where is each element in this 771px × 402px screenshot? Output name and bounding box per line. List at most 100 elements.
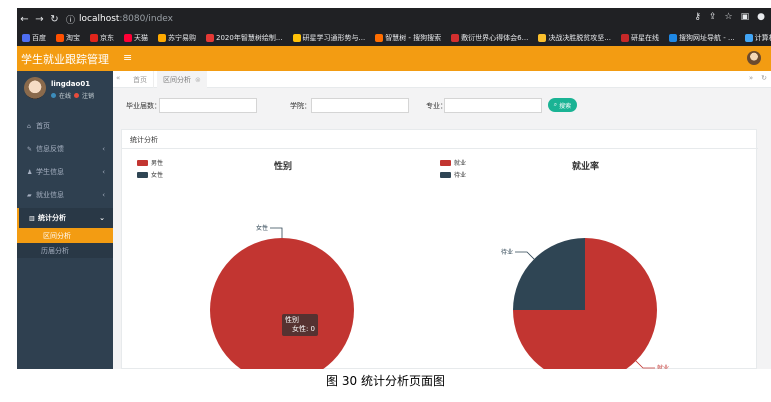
bar-chart-icon: ▥: [29, 214, 35, 222]
college-input[interactable]: [311, 98, 409, 113]
user-status: 在线 注销: [51, 91, 94, 100]
forward-icon[interactable]: →: [32, 14, 47, 25]
address-path: :8080/index: [119, 14, 174, 24]
chart-tooltip: 性别 女性: 0: [282, 314, 318, 336]
major-input[interactable]: [444, 98, 542, 113]
bookmark-icon: [90, 34, 98, 42]
sidebar-item-label: 学生信息: [36, 168, 64, 176]
bookmark-icon: [206, 34, 214, 42]
search-button-label: 搜索: [559, 102, 572, 110]
sidebar-item-label: 信息反馈: [36, 145, 64, 153]
bookmark-icon: [124, 34, 132, 42]
bookmark-icon: [292, 34, 301, 42]
sidebar: lingdao01 在线 注销 ⌂ 首页 ✎ 信息反馈 ‹ ♟ 学生信息 ‹ ▰…: [17, 71, 113, 369]
logout-icon: [74, 93, 80, 98]
bookmark[interactable]: 智慧树 - 搜狗搜索: [375, 33, 441, 43]
refresh-icon[interactable]: ↻: [761, 74, 767, 82]
close-icon[interactable]: ⊗: [195, 76, 201, 84]
bookmark-icon: [744, 34, 753, 42]
bookmark-icon: [22, 34, 30, 42]
sidebar-item-employment[interactable]: ▰ 就业信息 ‹: [17, 185, 113, 205]
stats-panel: 统计分析 男性 女性 性别 男性女性 性别 女性: 0 就业 待业 就业率 就业…: [121, 129, 758, 369]
pie-slice[interactable]: [210, 238, 354, 369]
bookmark[interactable]: 天猫: [124, 33, 148, 43]
sidebar-item-statistics[interactable]: ▥ 统计分析 ⌄: [17, 208, 113, 228]
status-label: 在线: [59, 93, 72, 100]
sidebar-item-students[interactable]: ♟ 学生信息 ‹: [17, 162, 113, 182]
tab-scroll-right-icon[interactable]: »: [749, 74, 753, 82]
tab-scroll-left-icon[interactable]: «: [116, 74, 120, 82]
bookmark-icon: [538, 34, 547, 42]
bookmark[interactable]: 决战决胜脱贫攻坚...: [538, 33, 611, 43]
address-row: ← → ↻ ⓘ localhost:8080/index ⚷ ⇪ ☆ ▣ ●: [17, 8, 771, 30]
search-icon: ⌕: [553, 101, 558, 108]
avatar: [24, 77, 46, 99]
bookmark-icon: [451, 34, 460, 42]
bookmark[interactable]: 搜狗网址导航 - ...: [669, 33, 735, 43]
bookmark[interactable]: 淘宝: [56, 33, 80, 43]
bookmark[interactable]: 京东: [90, 33, 114, 43]
app-logo[interactable]: 学生就业跟踪管理: [17, 46, 113, 71]
bookmark[interactable]: 2020年智慧树绘制...: [206, 33, 283, 43]
bookmark-icon: [158, 34, 166, 42]
chevron-left-icon: ‹: [102, 168, 105, 176]
sidepanel-icon[interactable]: ▣: [741, 12, 750, 22]
bookmark-icon: [621, 34, 629, 42]
chevron-down-icon: ⌄: [99, 214, 105, 222]
bookmark[interactable]: 研星在线: [621, 33, 659, 43]
sidebar-subitem-history[interactable]: 历届分析: [17, 243, 113, 258]
bookmark[interactable]: 百度: [22, 33, 46, 43]
sidebar-subitem-interval[interactable]: 区间分析: [17, 228, 113, 243]
label-leader-line: [515, 251, 535, 260]
slice-label: 就业: [657, 364, 669, 369]
college-label: 学院：: [290, 102, 311, 110]
logout-link[interactable]: 注销: [82, 91, 94, 100]
browser-chrome: ← → ↻ ⓘ localhost:8080/index ⚷ ⇪ ☆ ▣ ● 百…: [17, 8, 771, 46]
chevron-left-icon: ‹: [102, 145, 105, 153]
address-bar[interactable]: ⓘ localhost:8080/index: [66, 13, 173, 26]
employment-pie-chart: 就业 待业: [501, 238, 669, 369]
tab-home[interactable]: 首页: [127, 71, 154, 88]
info-icon: ⓘ: [66, 15, 76, 26]
share-icon[interactable]: ⇪: [709, 12, 717, 22]
sidebar-item-label: 就业信息: [36, 191, 64, 199]
reload-icon[interactable]: ↻: [47, 14, 62, 25]
tab-label: 区间分析: [163, 75, 191, 84]
star-icon[interactable]: ☆: [725, 12, 733, 22]
bookmark[interactable]: 苏宁易购: [158, 33, 196, 43]
back-icon[interactable]: ←: [17, 14, 32, 25]
profile-icon[interactable]: ●: [757, 12, 765, 22]
online-icon: [51, 93, 56, 98]
home-icon: ⌂: [27, 122, 31, 130]
tab-interval-analysis[interactable]: 区间分析 ⊗: [157, 71, 207, 88]
label-leader-line: [270, 227, 283, 238]
bookmark-icon: [56, 34, 64, 42]
bookmark-icon: [375, 34, 384, 42]
year-input[interactable]: [159, 98, 257, 113]
key-icon[interactable]: ⚷: [694, 12, 701, 22]
menu-toggle-icon[interactable]: ≡: [123, 51, 132, 64]
pie-slice[interactable]: [513, 238, 585, 310]
tab-bar: « 首页 区间分析 ⊗ » ↻: [113, 71, 771, 88]
label-leader-line: [635, 360, 655, 369]
avatar[interactable]: [747, 51, 761, 65]
year-label: 毕业届数：: [126, 102, 161, 110]
tooltip-value: 女性: 0: [291, 325, 315, 333]
sidebar-item-label: 统计分析: [38, 214, 66, 222]
sidebar-item-home[interactable]: ⌂ 首页: [17, 116, 113, 136]
slice-label: 待业: [501, 248, 513, 256]
bookmark[interactable]: 研星学习通形势与...: [292, 33, 365, 43]
address-host: localhost: [79, 14, 120, 24]
slice-label: 女性: [256, 224, 268, 232]
search-button[interactable]: ⌕ 搜索: [548, 98, 577, 112]
sidebar-item-feedback[interactable]: ✎ 信息反馈 ‹: [17, 139, 113, 159]
screenshot: ← → ↻ ⓘ localhost:8080/index ⚷ ⇪ ☆ ▣ ● 百…: [17, 8, 771, 369]
bookmark[interactable]: 敷衍世界心得体会6...: [451, 33, 528, 43]
bookmark[interactable]: 计算机操作系统(第...: [744, 33, 771, 43]
user-name: lingdao01: [51, 80, 91, 88]
search-form: 毕业届数： 学院： 专业： ⌕ 搜索: [123, 96, 763, 120]
user-panel: lingdao01 在线 注销: [17, 71, 113, 111]
bookmarks-bar: 百度 淘宝 京东 天猫 苏宁易购 2020年智慧树绘制... 研星学习通形势与.…: [17, 30, 771, 46]
users-icon: ♟: [27, 168, 33, 176]
bookmark-icon: [669, 34, 677, 42]
